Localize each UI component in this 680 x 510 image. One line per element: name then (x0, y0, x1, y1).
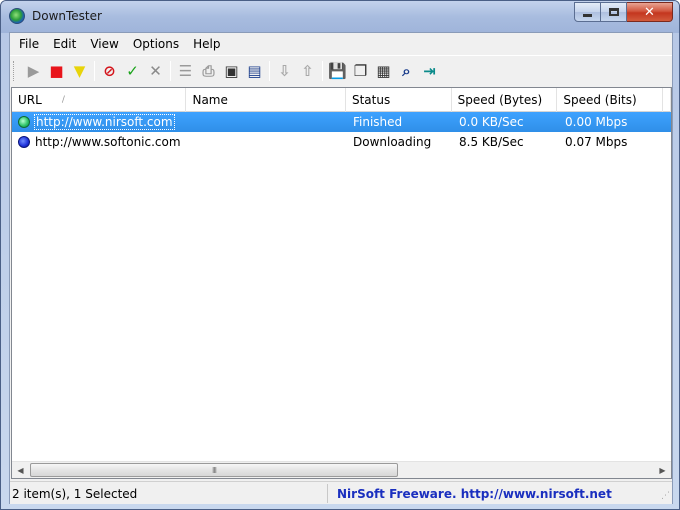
new-item-button[interactable]: ▣ (220, 60, 243, 82)
sort-indicator-icon: / (61, 95, 65, 105)
toolbar-separator (170, 60, 171, 81)
cell-name (187, 132, 347, 152)
status-item-count: 2 item(s), 1 Selected (11, 484, 328, 503)
move-down-icon: ⇩ (278, 61, 291, 80)
downloading-status-icon (18, 136, 30, 148)
save-button[interactable]: 💾 (326, 60, 349, 82)
cell-status: Downloading (353, 135, 432, 149)
window-button[interactable]: ▤ (243, 60, 266, 82)
exit-button[interactable]: ⇥ (418, 60, 441, 82)
nirsoft-link[interactable]: NirSoft Freeware. http://www.nirsoft.net (337, 484, 612, 503)
find-button[interactable]: ⌕ (395, 60, 418, 82)
menu-help[interactable]: Help (186, 35, 227, 53)
app-globe-icon (9, 8, 25, 24)
cell-speed-bits: 0.00 Mbps (565, 115, 628, 129)
toolbar-grip[interactable] (13, 60, 16, 81)
url-text: http://www.nirsoft.com (34, 114, 175, 130)
move-down-button[interactable]: ⇩ (273, 60, 296, 82)
cell-url: http://www.nirsoft.com (12, 112, 187, 132)
menu-bar: File Edit View Options Help (10, 33, 672, 55)
menu-edit[interactable]: Edit (46, 35, 83, 53)
list-button[interactable]: ☰ (174, 60, 197, 82)
cell-speed-bits: 0.07 Mbps (565, 135, 628, 149)
menu-file[interactable]: File (12, 35, 46, 53)
save-icon: 💾 (328, 61, 347, 80)
move-up-icon: ⇧ (301, 61, 314, 80)
funnel-icon: ▼ (73, 61, 86, 80)
start-button[interactable]: ▶ (22, 60, 45, 82)
cell-name (187, 112, 347, 132)
copy-button[interactable]: ❐ (349, 60, 372, 82)
minimize-button[interactable] (574, 2, 601, 22)
column-header-url[interactable]: URL / (12, 88, 187, 112)
horizontal-scrollbar[interactable]: ◀ III ▶ (12, 461, 671, 478)
cell-status: Finished (353, 115, 403, 129)
maximize-icon (608, 8, 619, 16)
toolbar-separator (94, 60, 95, 81)
scroll-thumb[interactable]: III (30, 463, 398, 477)
close-icon: ✕ (644, 4, 655, 20)
toolbar-separator (322, 60, 323, 81)
title-bar[interactable]: DownTester ✕ (1, 1, 679, 33)
find-icon: ⌕ (402, 61, 411, 80)
download-list[interactable]: URL / Name Status Speed (Bytes) Speed (B… (11, 87, 672, 479)
app-window: DownTester ✕ File Edit View Options Help… (0, 0, 680, 510)
cell-speed-bytes: 8.5 KB/Sec (459, 135, 524, 149)
block-button[interactable]: ⊘ (98, 60, 121, 82)
menu-options[interactable]: Options (126, 35, 186, 53)
caption-buttons: ✕ (574, 2, 673, 22)
column-header-url-label: URL (18, 93, 42, 107)
window-title: DownTester (32, 9, 102, 23)
new-item-icon: ▣ (224, 61, 239, 80)
table-row[interactable]: http://www.nirsoft.com Finished 0.0 KB/Sec… (12, 112, 671, 132)
checkmark-button[interactable]: ✓ (121, 60, 144, 82)
close-button[interactable]: ✕ (627, 2, 673, 22)
maximize-button[interactable] (601, 2, 627, 22)
url-text: http://www.softonic.com (35, 135, 181, 149)
print-icon: ⎙ (202, 61, 215, 80)
checkmark-icon: ✓ (126, 61, 139, 80)
scroll-right-icon[interactable]: ▶ (654, 462, 671, 478)
window-icon: ▤ (247, 61, 262, 80)
start-icon: ▶ (27, 61, 40, 80)
client-area: File Edit View Options Help ▶ ■ ▼ ⊘ ✓ ✕ ☰ ⎙ ▣ ▤ ⇩ ⇧… (9, 32, 673, 504)
status-bar: 2 item(s), 1 Selected NirSoft Freeware. … (10, 481, 672, 504)
list-rows: http://www.nirsoft.com Finished 0.0 KB/Sec… (12, 112, 671, 152)
move-up-button[interactable]: ⇧ (296, 60, 319, 82)
properties-button[interactable]: ▦ (372, 60, 395, 82)
stop-icon: ■ (49, 61, 64, 80)
toolbar: ▶ ■ ▼ ⊘ ✓ ✕ ☰ ⎙ ▣ ▤ ⇩ ⇧ 💾 ❐ ▦ ⌕ ⇥ (10, 55, 672, 85)
copy-icon: ❐ (353, 61, 368, 80)
scroll-left-icon[interactable]: ◀ (12, 462, 29, 478)
list-icon: ☰ (178, 61, 193, 80)
column-header-filler (663, 88, 671, 112)
minimize-icon (583, 14, 592, 17)
toolbar-separator (269, 60, 270, 81)
delete-x-icon: ✕ (149, 61, 162, 80)
finished-status-icon (18, 116, 30, 128)
funnel-button[interactable]: ▼ (68, 60, 91, 82)
scroll-thumb-grip: III (211, 465, 217, 475)
resize-grip-icon[interactable]: ⋰ (658, 490, 670, 502)
table-row[interactable]: http://www.softonic.com Downloading 8.5 KB… (12, 132, 671, 152)
print-button[interactable]: ⎙ (197, 60, 220, 82)
column-header-speed-bits[interactable]: Speed (Bits) (557, 88, 664, 112)
column-header-status[interactable]: Status (346, 88, 452, 112)
cell-url: http://www.softonic.com (12, 132, 187, 152)
exit-icon: ⇥ (423, 61, 436, 80)
list-header: URL / Name Status Speed (Bytes) Speed (B… (12, 88, 671, 112)
column-header-speed-bytes[interactable]: Speed (Bytes) (452, 88, 558, 112)
stop-button[interactable]: ■ (45, 60, 68, 82)
cell-speed-bytes: 0.0 KB/Sec (459, 115, 524, 129)
block-icon: ⊘ (103, 61, 116, 80)
delete-x-button[interactable]: ✕ (144, 60, 167, 82)
menu-view[interactable]: View (83, 35, 125, 53)
properties-icon: ▦ (376, 61, 391, 80)
column-header-name[interactable]: Name (186, 88, 346, 112)
